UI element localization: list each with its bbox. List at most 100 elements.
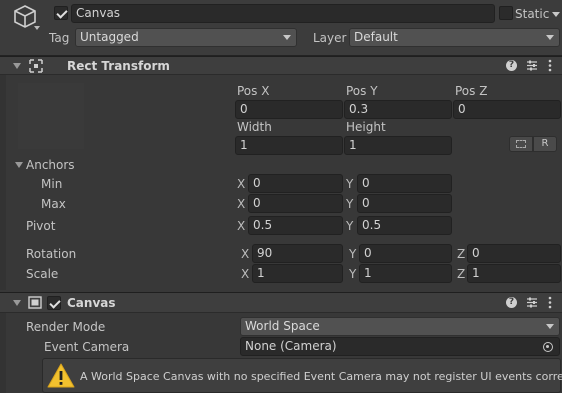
rotation-x-field[interactable]: 90 [252, 244, 343, 263]
static-checkbox[interactable] [499, 6, 513, 20]
max-x-axis-label: X [237, 197, 246, 211]
pivot-x-field[interactable]: 0.5 [248, 216, 343, 235]
layer-value: Default [354, 30, 398, 44]
blueprint-mode-icon [516, 140, 526, 148]
rotation-z-value: 0 [472, 246, 480, 260]
kebab-menu-icon[interactable] [548, 59, 552, 75]
rotation-y-axis-label: Y [349, 247, 357, 261]
pos-x-value: 0 [240, 102, 248, 116]
rotation-y-value: 0 [364, 246, 372, 260]
min-x-axis-label: X [237, 177, 246, 191]
height-value: 1 [349, 138, 357, 152]
presets-icon[interactable] [526, 59, 538, 75]
canvas-enabled-checkbox[interactable] [47, 296, 61, 310]
scale-z-field[interactable]: 1 [467, 264, 561, 283]
render-mode-dropdown[interactable]: World Space [240, 317, 560, 336]
scale-x-value: 1 [257, 266, 265, 280]
presets-icon[interactable] [526, 296, 538, 312]
kebab-menu-icon[interactable] [548, 296, 552, 312]
pivot-label: Pivot [26, 219, 56, 233]
min-x-value: 0 [253, 176, 261, 190]
anchors-foldout-icon[interactable] [15, 162, 23, 168]
tag-dropdown[interactable]: Untagged [75, 28, 297, 47]
rotation-x-axis-label: X [241, 247, 250, 261]
pivot-y-value: 0.5 [362, 218, 382, 232]
pivot-y-field[interactable]: 0.5 [357, 216, 452, 235]
raw-edit-button[interactable]: R [533, 136, 557, 152]
rect-transform-header[interactable]: Rect Transform ? [0, 56, 562, 75]
gameobject-header: Canvas Static Tag Untagged Layer Default [0, 0, 562, 56]
object-name-value: Canvas [76, 6, 121, 20]
foldout-arrow-icon[interactable] [13, 300, 21, 306]
layer-label: Layer [313, 31, 347, 45]
anchor-preset-area[interactable] [18, 83, 84, 149]
layer-dropdown[interactable]: Default [349, 28, 560, 47]
pivot-y-axis-label: Y [346, 219, 354, 233]
max-y-field[interactable]: 0 [357, 194, 452, 213]
event-camera-value: None (Camera) [245, 339, 337, 353]
scale-z-axis-label: Z [457, 267, 466, 281]
rotation-label: Rotation [26, 247, 77, 261]
help-icon[interactable]: ? [506, 60, 517, 71]
help-icon[interactable]: ? [506, 297, 517, 308]
rect-transform-title: Rect Transform [67, 59, 170, 73]
max-label: Max [41, 197, 66, 211]
pivot-x-value: 0.5 [253, 218, 273, 232]
rotation-z-axis-label: Z [457, 247, 466, 261]
scale-y-axis-label: Y [349, 267, 357, 281]
canvas-component-header[interactable]: Canvas ? [0, 292, 562, 313]
min-y-axis-label: Y [346, 177, 354, 191]
min-x-field[interactable]: 0 [248, 174, 343, 193]
scale-x-field[interactable]: 1 [252, 264, 343, 283]
event-camera-label: Event Camera [44, 340, 130, 354]
height-label: Height [346, 120, 386, 134]
raw-edit-label: R [541, 138, 549, 149]
min-y-value: 0 [362, 176, 370, 190]
tag-value: Untagged [80, 30, 139, 44]
scale-z-value: 1 [472, 266, 480, 280]
foldout-arrow-icon[interactable] [13, 63, 21, 69]
rect-transform-icon [29, 59, 43, 76]
warning-icon [46, 362, 76, 392]
scale-x-axis-label: X [241, 267, 250, 281]
pos-x-label: Pos X [237, 84, 270, 98]
height-field[interactable]: 1 [344, 136, 452, 155]
scale-y-field[interactable]: 1 [359, 264, 452, 283]
width-field[interactable]: 1 [235, 136, 343, 155]
warning-text: A World Space Canvas with no specified E… [80, 370, 562, 383]
max-x-field[interactable]: 0 [248, 194, 343, 213]
scale-label: Scale [26, 267, 59, 281]
object-name-field[interactable]: Canvas [71, 4, 495, 23]
event-camera-field[interactable]: None (Camera) [240, 337, 560, 356]
static-label[interactable]: Static [515, 7, 549, 21]
pos-z-label: Pos Z [455, 84, 488, 98]
pos-y-field[interactable]: 0.3 [344, 100, 452, 119]
scale-y-value: 1 [364, 266, 372, 280]
width-value: 1 [240, 138, 248, 152]
icon-dropdown-arrow[interactable] [34, 26, 40, 30]
active-checkbox[interactable] [54, 6, 68, 20]
min-y-field[interactable]: 0 [357, 174, 452, 193]
rotation-z-field[interactable]: 0 [467, 244, 561, 263]
static-dropdown-arrow[interactable] [552, 12, 560, 17]
blueprint-mode-button[interactable] [509, 136, 533, 152]
pos-y-label: Pos Y [346, 84, 378, 98]
tag-label: Tag [49, 31, 70, 45]
side-strip [0, 75, 6, 290]
side-strip [0, 313, 6, 393]
rotation-y-field[interactable]: 0 [359, 244, 452, 263]
canvas-title: Canvas [67, 296, 116, 310]
object-picker-icon[interactable] [543, 342, 553, 352]
chevron-down-icon [283, 35, 291, 40]
chevron-down-icon [546, 35, 554, 40]
chevron-down-icon [546, 324, 554, 329]
pos-y-value: 0.3 [349, 102, 369, 116]
pos-z-value: 0 [458, 102, 466, 116]
max-y-axis-label: Y [346, 197, 354, 211]
render-mode-value: World Space [245, 319, 320, 333]
pos-x-field[interactable]: 0 [235, 100, 343, 119]
render-mode-label: Render Mode [26, 320, 106, 334]
pivot-x-axis-label: X [237, 219, 246, 233]
anchors-label[interactable]: Anchors [26, 158, 75, 172]
pos-z-field[interactable]: 0 [453, 100, 561, 119]
